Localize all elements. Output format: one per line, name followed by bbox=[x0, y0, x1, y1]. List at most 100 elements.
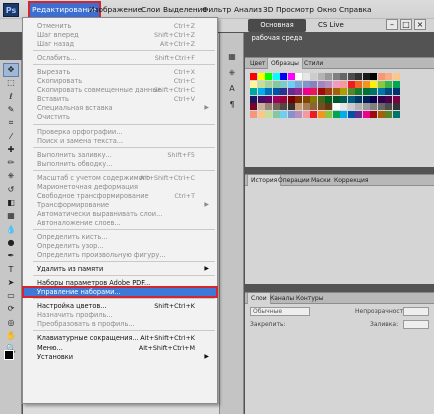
color-swatch[interactable] bbox=[347, 88, 355, 95]
color-swatch[interactable] bbox=[325, 80, 332, 88]
color-swatch[interactable] bbox=[250, 110, 257, 118]
color-swatch[interactable] bbox=[295, 73, 302, 80]
color-swatch[interactable] bbox=[362, 95, 370, 103]
close-icon[interactable]: × bbox=[414, 19, 426, 30]
color-swatch[interactable] bbox=[257, 110, 265, 118]
healing-icon[interactable]: ✚ bbox=[4, 144, 18, 156]
color-swatch[interactable] bbox=[385, 88, 392, 95]
color-swatch[interactable] bbox=[257, 95, 265, 103]
color-swatch[interactable] bbox=[272, 73, 280, 80]
color-swatch[interactable] bbox=[287, 88, 295, 95]
hand-icon[interactable]: ✋ bbox=[4, 330, 18, 342]
color-swatch[interactable] bbox=[385, 73, 392, 80]
workspace-switcher[interactable]: Основная рабочая среда bbox=[248, 19, 306, 42]
color-swatch[interactable] bbox=[392, 88, 400, 95]
tab-swatches[interactable]: Образцы bbox=[267, 58, 303, 69]
color-swatch[interactable] bbox=[272, 80, 280, 88]
color-swatch[interactable] bbox=[280, 95, 287, 103]
color-swatch[interactable] bbox=[385, 110, 392, 118]
color-swatch[interactable] bbox=[302, 88, 310, 95]
color-swatch[interactable] bbox=[370, 103, 377, 110]
color-swatch[interactable] bbox=[370, 88, 377, 95]
color-swatch[interactable] bbox=[347, 95, 355, 103]
color-swatch[interactable] bbox=[310, 103, 317, 110]
maximize-icon[interactable]: □ bbox=[400, 19, 412, 30]
color-swatch[interactable] bbox=[392, 80, 400, 88]
color-swatch[interactable] bbox=[340, 80, 347, 88]
color-swatch[interactable] bbox=[355, 80, 362, 88]
color-swatch[interactable] bbox=[287, 103, 295, 110]
color-swatch[interactable] bbox=[272, 88, 280, 95]
color-swatch[interactable] bbox=[265, 110, 272, 118]
color-swatch[interactable] bbox=[287, 110, 295, 118]
color-swatch[interactable] bbox=[250, 88, 257, 95]
color-swatch[interactable] bbox=[355, 73, 362, 80]
color-swatch[interactable] bbox=[370, 95, 377, 103]
color-swatch[interactable] bbox=[340, 103, 347, 110]
color-swatch[interactable] bbox=[250, 103, 257, 110]
color-swatch[interactable] bbox=[355, 110, 362, 118]
edit-menu-item[interactable]: Ослабить... Shift+Ctrl+F bbox=[23, 53, 217, 63]
color-swatch[interactable] bbox=[310, 88, 317, 95]
color-swatch[interactable] bbox=[362, 103, 370, 110]
color-swatch[interactable] bbox=[272, 95, 280, 103]
opacity-field[interactable] bbox=[403, 307, 429, 316]
gradient-icon[interactable]: ▦ bbox=[4, 210, 18, 222]
color-swatch[interactable] bbox=[280, 88, 287, 95]
minimize-icon[interactable]: – bbox=[386, 19, 398, 30]
color-swatch[interactable] bbox=[377, 110, 385, 118]
color-swatch[interactable] bbox=[265, 95, 272, 103]
color-swatch[interactable] bbox=[317, 88, 325, 95]
color-swatch[interactable] bbox=[265, 80, 272, 88]
color-swatch[interactable] bbox=[370, 73, 377, 80]
color-swatch[interactable] bbox=[317, 95, 325, 103]
move-icon[interactable]: ✥ bbox=[3, 63, 19, 77]
edit-menu-item[interactable]: Удалить из памяти ▶ bbox=[23, 264, 217, 274]
color-swatch[interactable] bbox=[265, 88, 272, 95]
color-swatch[interactable] bbox=[362, 80, 370, 88]
color-swatch[interactable] bbox=[377, 88, 385, 95]
color-swatch[interactable] bbox=[295, 88, 302, 95]
paragraph-panel-icon[interactable]: ¶ bbox=[225, 99, 239, 111]
color-swatch[interactable] bbox=[392, 110, 400, 118]
color-swatch[interactable] bbox=[332, 110, 340, 118]
menu-filter[interactable]: Фильтр bbox=[202, 3, 231, 17]
color-swatch[interactable] bbox=[317, 73, 325, 80]
color-swatch[interactable] bbox=[325, 95, 332, 103]
tab-color[interactable]: Цвет bbox=[247, 58, 268, 69]
color-swatch[interactable] bbox=[325, 88, 332, 95]
color-swatch[interactable] bbox=[332, 95, 340, 103]
color-swatch[interactable] bbox=[340, 95, 347, 103]
character-panel-icon[interactable]: A bbox=[225, 83, 239, 95]
color-swatch[interactable] bbox=[347, 110, 355, 118]
menu-help[interactable]: Справка bbox=[339, 3, 372, 17]
stamp-icon[interactable]: ⎈ bbox=[4, 170, 18, 182]
color-swatch[interactable] bbox=[317, 80, 325, 88]
edit-menu-item[interactable]: Определить произвольную фигуру... bbox=[23, 250, 217, 260]
color-swatch[interactable] bbox=[377, 73, 385, 80]
menu-analysis[interactable]: Анализ bbox=[234, 3, 262, 17]
color-swatch[interactable] bbox=[317, 110, 325, 118]
menu-layers[interactable]: Слои bbox=[141, 3, 160, 17]
color-swatch[interactable] bbox=[332, 88, 340, 95]
color-swatch[interactable] bbox=[257, 80, 265, 88]
color-swatch[interactable] bbox=[295, 103, 302, 110]
color-swatch[interactable] bbox=[280, 73, 287, 80]
menu-select[interactable]: Выделение bbox=[163, 3, 207, 17]
color-swatch[interactable] bbox=[385, 103, 392, 110]
color-swatch[interactable] bbox=[287, 73, 295, 80]
color-swatch[interactable] bbox=[250, 95, 257, 103]
color-swatch[interactable] bbox=[310, 80, 317, 88]
color-swatch[interactable] bbox=[280, 110, 287, 118]
foreground-color-swatch[interactable] bbox=[4, 350, 14, 360]
color-swatch[interactable] bbox=[377, 80, 385, 88]
color-swatch[interactable] bbox=[272, 110, 280, 118]
blend-mode-select[interactable]: Обычные bbox=[250, 307, 310, 316]
color-swatch[interactable] bbox=[325, 103, 332, 110]
color-swatch[interactable] bbox=[340, 88, 347, 95]
color-swatch[interactable] bbox=[310, 110, 317, 118]
history-brush-icon[interactable]: ↺ bbox=[4, 184, 18, 196]
edit-menu-item[interactable]: Управление наборами... bbox=[22, 286, 218, 299]
color-swatch[interactable] bbox=[340, 73, 347, 80]
lasso-icon[interactable]: ℓ bbox=[4, 91, 18, 103]
